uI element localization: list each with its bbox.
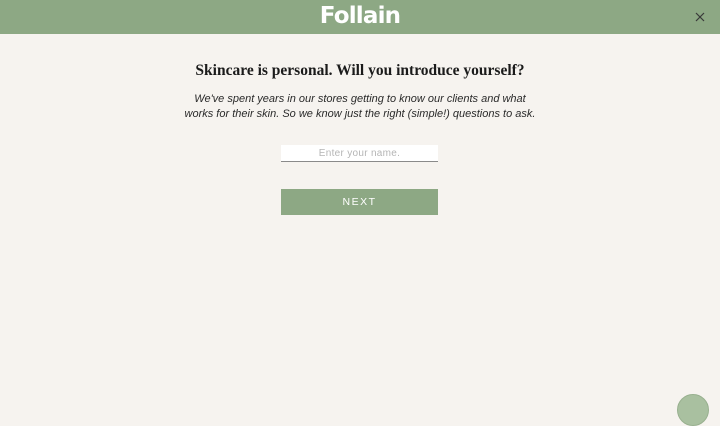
header-bar: Follain [0, 0, 720, 34]
page-title: Skincare is personal. Will you introduce… [195, 62, 525, 79]
chat-bubble-icon[interactable] [677, 394, 709, 426]
name-input[interactable] [281, 145, 438, 162]
intro-description: We've spent years in our stores getting … [180, 92, 540, 122]
next-button[interactable]: NEXT [281, 189, 438, 215]
intro-description-line-2: works for their skin. So we know just th… [184, 108, 536, 120]
close-icon[interactable] [693, 10, 707, 24]
follain-logo[interactable]: Follain [0, 1, 720, 31]
intro-description-line-1: We've spent years in our stores getting … [194, 93, 526, 105]
